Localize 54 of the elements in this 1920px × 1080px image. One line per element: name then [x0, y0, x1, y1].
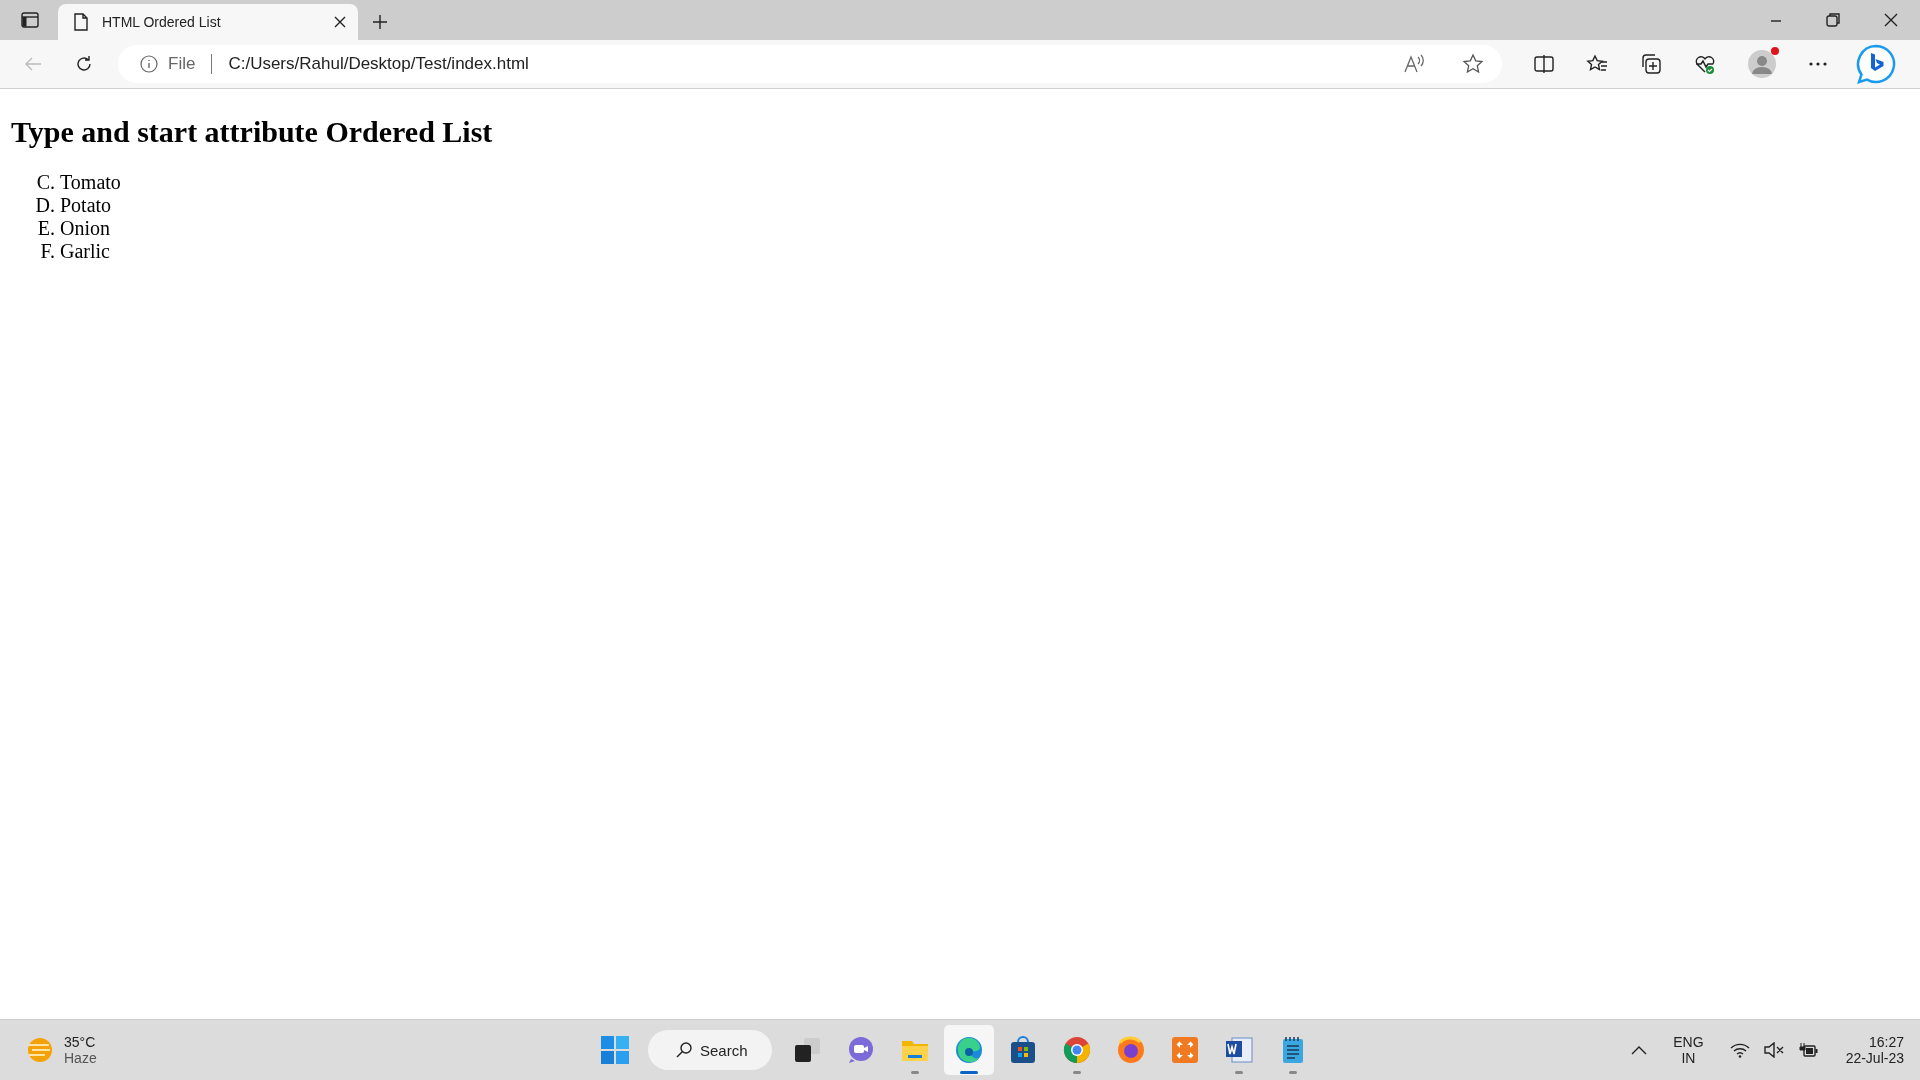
page-heading: Type and start attribute Ordered List	[11, 114, 494, 147]
video-chat-icon	[846, 1035, 876, 1065]
fox-globe-icon	[1116, 1035, 1146, 1065]
split-screen-icon[interactable]	[1534, 54, 1554, 74]
task-view-icon	[792, 1035, 822, 1065]
list-marker: D.	[34, 194, 56, 217]
taskbar-app-button[interactable]	[944, 1025, 994, 1075]
refresh-icon[interactable]	[74, 54, 94, 74]
scheme-label: File	[168, 54, 196, 74]
sun-haze-icon	[26, 1036, 54, 1064]
list-item-text: Potato	[60, 194, 112, 217]
favorites-icon[interactable]	[1586, 54, 1608, 74]
wifi-icon[interactable]	[1729, 1042, 1750, 1058]
region-code: IN	[1681, 1050, 1696, 1066]
tab-title: HTML Ordered List	[102, 14, 222, 30]
profile-avatar[interactable]	[1748, 50, 1776, 78]
new-tab-icon[interactable]	[372, 14, 388, 30]
sidebar-icon	[21, 12, 39, 28]
info-icon	[140, 55, 158, 73]
browser-tab[interactable]: HTML Ordered List	[58, 4, 358, 40]
search-icon	[676, 1042, 692, 1058]
store-bag-icon	[1008, 1035, 1038, 1065]
chevron-up-icon[interactable]	[1631, 1045, 1648, 1055]
windows-logo-icon[interactable]	[600, 1035, 630, 1065]
address-bar[interactable]: File C:/Users/Rahul/Desktop/Test/index.html	[118, 45, 1502, 83]
health-icon[interactable]	[1694, 53, 1716, 75]
close-icon[interactable]	[1884, 13, 1898, 27]
list-item-text: Onion	[60, 217, 110, 240]
clock-date: 22-Jul-23	[1845, 1050, 1904, 1066]
muted-speaker-icon[interactable]	[1763, 1042, 1784, 1058]
list-item-text: Tomato	[60, 171, 121, 194]
document-w-icon	[1224, 1035, 1254, 1065]
temperature-text: 35°C	[64, 1034, 97, 1050]
round-browser-icon	[1062, 1035, 1092, 1065]
star-icon[interactable]	[1462, 53, 1484, 75]
list-item-text: Garlic	[60, 240, 110, 263]
battery-charging-icon[interactable]	[1797, 1042, 1818, 1058]
chat-bubble-icon[interactable]	[1856, 44, 1896, 84]
page-icon	[74, 13, 88, 31]
restore-icon[interactable]	[1826, 13, 1840, 27]
weather-condition: Haze	[64, 1050, 97, 1066]
browser-wave-icon	[954, 1035, 984, 1065]
close-icon[interactable]	[334, 16, 346, 28]
list-marker: C.	[35, 171, 56, 194]
search-button[interactable]: Search	[648, 1030, 772, 1070]
read-aloud-icon[interactable]	[1404, 54, 1426, 74]
collections-icon[interactable]	[1640, 53, 1662, 75]
list-marker: F.	[39, 240, 56, 263]
url-text: C:/Users/Rahul/Desktop/Test/index.html	[228, 54, 529, 74]
clock-time: 16:27	[1868, 1034, 1904, 1050]
more-icon[interactable]	[1808, 61, 1828, 67]
language-code: ENG	[1673, 1034, 1704, 1050]
cross-tile-icon	[1170, 1035, 1200, 1065]
list-marker: E.	[36, 217, 56, 240]
